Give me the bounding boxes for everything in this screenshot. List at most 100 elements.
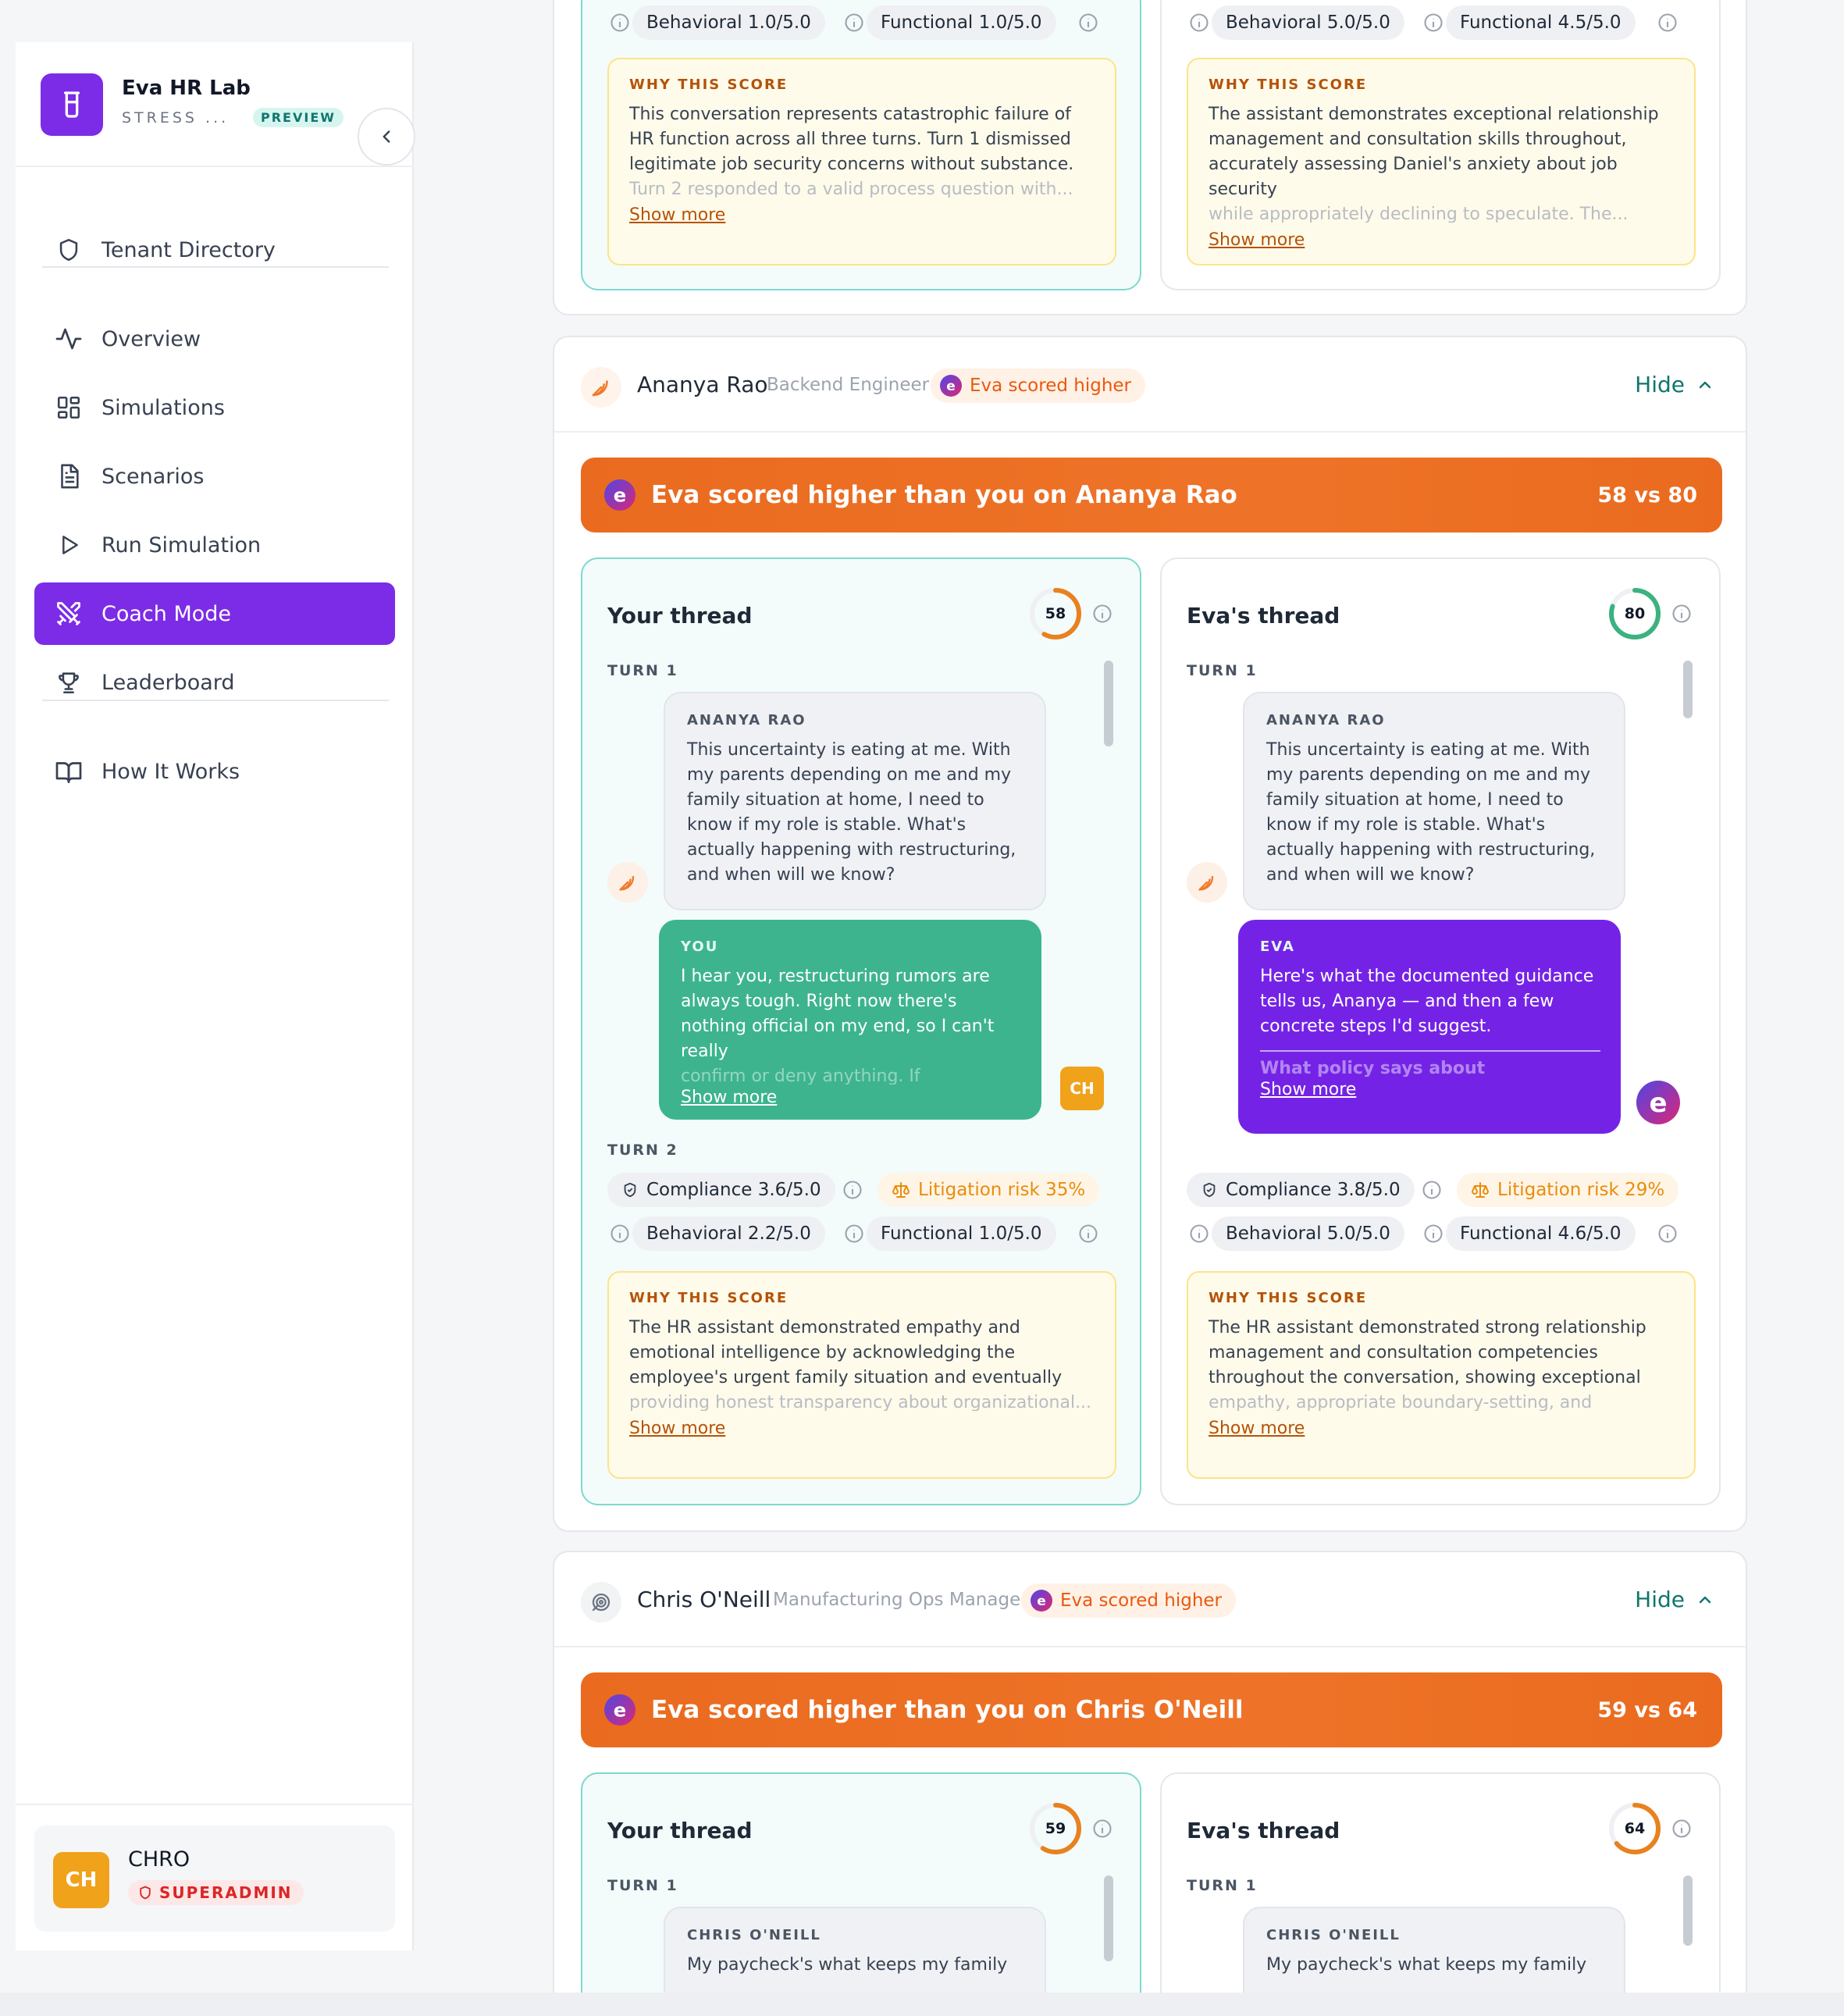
sidebar-item-simulations[interactable]: Simulations [34,376,395,439]
chip-label: Compliance 3.6/5.0 [646,1180,821,1200]
info-icon[interactable] [1422,1223,1444,1245]
persona-card-ananya: Ananya Rao Backend Engineer e Eva scored… [553,336,1747,1532]
info-icon[interactable] [1077,12,1099,34]
compliance-chip: Compliance 3.6/5.0 [607,1173,835,1207]
show-more-link[interactable]: Show more [629,1419,725,1438]
chip-label: Functional 1.0/5.0 [881,1223,1042,1244]
banner-score: 58 vs 80 [1597,483,1697,508]
turn-label: TURN 1 [1187,1877,1258,1894]
banner-title: Eva scored higher than you on Ananya Rao [651,481,1237,509]
functional-chip: Functional 4.5/5.0 [1446,5,1636,40]
info-icon[interactable] [1091,603,1113,625]
sidebar-item-overview[interactable]: Overview [34,308,395,370]
show-more-link[interactable]: Show more [1260,1080,1356,1099]
show-more-link[interactable]: Show more [1209,230,1305,250]
turn-label: TURN 1 [607,662,678,679]
why-this-score-box: WHY THIS SCORE The assistant demonstrate… [1187,58,1696,265]
thread-scrollbar[interactable] [1683,1875,1693,1946]
sidebar-item-leaderboard[interactable]: Leaderboard [34,651,395,714]
persona-mini-icon [1187,862,1227,903]
persona-header: Chris O'Neill Manufacturing Ops Manager … [554,1552,1746,1647]
chip-label: Functional 1.0/5.0 [881,12,1042,33]
role-label: SUPERADMIN [159,1883,293,1902]
thread-scrollbar[interactable] [1683,661,1693,718]
role-badge: SUPERADMIN [128,1880,304,1905]
message-text: This uncertainty is eating at me. With m… [687,740,1016,885]
eva-response-bubble: EVA Here's what the documented guidance … [1238,920,1621,1134]
eva-logo-icon: e [604,479,635,511]
info-icon[interactable] [609,1223,631,1245]
why-text: The assistant demonstrates exceptional r… [1209,105,1659,199]
hide-label: Hide [1635,1587,1685,1612]
panel-title: Eva's thread [1187,603,1340,629]
persona-role: Backend Engineer [767,375,930,395]
info-icon[interactable] [1091,1818,1113,1840]
panel-title: Your thread [607,1818,753,1843]
info-icon[interactable] [1188,12,1210,34]
message-text-fade: confirm or deny anything. If somethin... [681,1067,920,1085]
why-text-fade: providing honest transparency about orga… [629,1393,1092,1411]
sidebar-item-label: Simulations [101,395,225,420]
sidebar-item-tenant-directory[interactable]: Tenant Directory [34,219,395,281]
why-text: The HR assistant demonstrated strong rel… [1209,1318,1646,1387]
sidebar-item-coach-mode[interactable]: Coach Mode [34,582,395,645]
info-icon[interactable] [842,1179,863,1201]
book-icon [53,756,84,787]
chip-label: Compliance 3.8/5.0 [1226,1180,1401,1200]
your-thread-panel: Your thread 58 TURN 1 ANANYA RAO This un… [581,557,1141,1505]
sidebar-item-how-it-works[interactable]: How It Works [34,740,395,803]
comparison-banner: e Eva scored higher than you on Ananya R… [581,458,1722,532]
info-icon[interactable] [843,12,865,34]
persona-role: Manufacturing Ops Manager [773,1590,1028,1610]
sidebar-item-scenarios[interactable]: Scenarios [34,445,395,508]
preview-badge: PREVIEW [253,108,344,127]
info-icon[interactable] [843,1223,865,1245]
eva-logo-icon: e [604,1694,635,1726]
message-sender: CHRIS O'NEILL [1266,1927,1401,1943]
chip-label: Behavioral 1.0/5.0 [646,12,811,33]
hide-toggle-button[interactable]: Hide [1635,1587,1714,1612]
sidebar-item-run-simulation[interactable]: Run Simulation [34,514,395,576]
thread-scrollbar[interactable] [1104,661,1113,746]
why-this-score-box: WHY THIS SCORE The HR assistant demonstr… [1187,1271,1696,1479]
chip-label: Behavioral 5.0/5.0 [1226,12,1390,33]
user-card[interactable]: CH CHRO SUPERADMIN [34,1825,395,1932]
hide-toggle-button[interactable]: Hide [1635,372,1714,397]
scale-icon [892,1181,910,1199]
collapse-sidebar-button[interactable] [358,108,415,166]
nav-divider [42,266,389,268]
info-icon[interactable] [1657,12,1678,34]
chevron-left-icon [383,130,390,143]
info-icon[interactable] [1671,603,1693,625]
info-icon[interactable] [1422,12,1444,34]
brand: Eva HR Lab STRESS ... PREVIEW [41,73,415,166]
info-icon[interactable] [1657,1223,1678,1245]
eva-thread-panel: Eva's thread 80 TURN 1 ANANYA RAO This u… [1160,557,1721,1505]
your-thread-panel: Your thread 59 TURN 1 CHRIS O'NEILL My p… [581,1772,1141,1993]
chip-label: Functional 4.6/5.0 [1460,1223,1622,1244]
message-text: I hear you, restructuring rumors are alw… [681,967,995,1061]
svg-text:e: e [614,1699,626,1722]
sidebar-item-label: Tenant Directory [101,237,276,262]
message-sender: ANANYA RAO [687,712,806,728]
persona-card-previous: Behavioral 1.0/5.0 Functional 1.0/5.0 WH… [553,0,1747,315]
info-icon[interactable] [1077,1223,1099,1245]
sidebar: Eva HR Lab STRESS ... PREVIEW Tenant Dir… [16,42,415,1950]
sidebar-item-label: Run Simulation [101,532,262,557]
show-more-link[interactable]: Show more [681,1088,777,1107]
chip-label: Functional 4.5/5.0 [1460,12,1622,33]
info-icon[interactable] [1188,1223,1210,1245]
show-more-link[interactable]: Show more [629,205,725,225]
info-icon[interactable] [1671,1818,1693,1840]
eva-scored-higher-badge: e Eva scored higher [931,369,1146,403]
info-icon[interactable] [1421,1179,1443,1201]
sidebar-item-label: Scenarios [101,464,205,489]
your-response-bubble: YOU I hear you, restructuring rumors are… [659,920,1041,1120]
why-title: WHY THIS SCORE [1209,1290,1368,1306]
message-text-fade: What policy says about restructuring... [1260,1059,1486,1077]
info-icon[interactable] [609,12,631,34]
show-more-link[interactable]: Show more [1209,1419,1305,1438]
message-sender: EVA [1260,939,1295,955]
score-ring: 58 [1027,586,1084,642]
thread-scrollbar[interactable] [1104,1875,1113,1961]
